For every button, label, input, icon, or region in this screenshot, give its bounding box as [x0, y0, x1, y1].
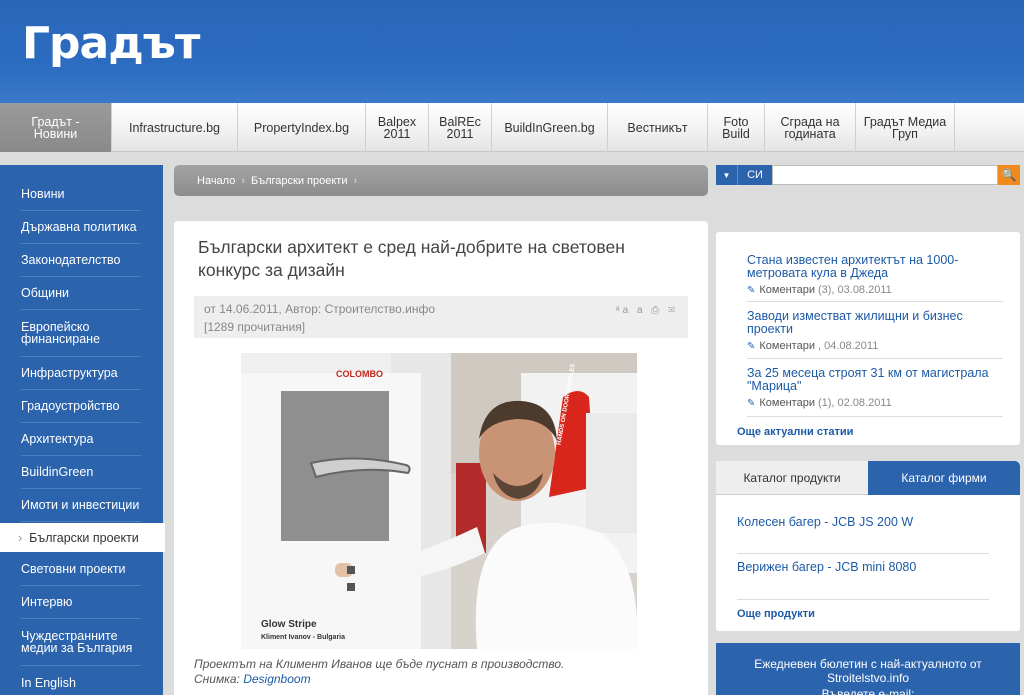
photo-text-product: Glow Stripe	[261, 619, 317, 630]
sidebar-item-foreign-media[interactable]: Чуждестранните медии за България	[21, 619, 141, 666]
topnav-item-balpex[interactable]: Balpex 2011	[366, 103, 429, 152]
topnav-item-media-group[interactable]: Градът Медиа Груп	[856, 103, 955, 152]
comments-label[interactable]: Коментари	[759, 340, 815, 352]
article-tools-icons[interactable]: ᵃa a ⎙ ✉	[616, 302, 678, 320]
sidebar-item-municipalities[interactable]: Общини	[21, 277, 141, 310]
news-item[interactable]: Заводи изместват жилищни и бизнес проект…	[747, 310, 1003, 359]
article-photo-illustration: COLOMBO Glow Stripe Kliment Ivanov - Bul…	[241, 353, 637, 649]
caption-text: Проектът на Климент Иванов ще бъде пусна…	[194, 657, 565, 671]
sidebar-item-bulgarian-projects[interactable]: › Български проекти	[0, 523, 165, 552]
newsletter-box: Ежедневен бюлетин с най-актуалното от St…	[716, 643, 1020, 695]
article-views: [1289 прочитания]	[204, 320, 306, 334]
more-products-link[interactable]: Още продукти	[737, 608, 815, 620]
sidebar-item-architecture[interactable]: Архитектура	[21, 423, 141, 456]
article-meta: от 14.06.2011, Автор: Строителство.инфо …	[194, 296, 688, 338]
sidebar-menu: Новини Държавна политика Законодателство…	[0, 165, 165, 695]
breadcrumb-current[interactable]: Български проекти	[251, 175, 347, 187]
news-item-meta: ✎ Коментари (3), 03.08.2011	[747, 284, 1003, 296]
site-header: Градът	[0, 0, 1024, 103]
sidebar-item-infrastructure[interactable]: Инфраструктура	[21, 357, 141, 390]
article-title: Български архитект е сред най-добрите на…	[198, 237, 625, 280]
article-photo: COLOMBO Glow Stripe Kliment Ivanov - Bul…	[241, 353, 637, 649]
news-item-title[interactable]: Стана известен архитектът на 1000-метров…	[747, 254, 1003, 280]
news-item-meta: ✎ Коментари, 04.08.2011	[747, 340, 1003, 352]
photo-text-brand: COLOMBO	[336, 369, 383, 379]
top-navigation: Градът - Новини Infrastructure.bg Proper…	[0, 103, 1024, 152]
credit-link[interactable]: Designboom	[243, 672, 310, 686]
site-logo[interactable]: Градът	[22, 18, 200, 70]
catalog-item[interactable]: Колесен багер - JCB JS 200 W	[737, 515, 989, 554]
sidebar-item-state-policy[interactable]: Държавна политика	[21, 211, 141, 244]
news-item-date: (3), 03.08.2011	[817, 284, 892, 296]
breadcrumb-separator: ›	[241, 174, 245, 187]
caption-credit: Снимка: Designboom	[194, 672, 564, 687]
photo-caption: Проектът на Климент Иванов ще бъде пусна…	[194, 657, 564, 687]
breadcrumb: Начало › Български проекти ›	[174, 165, 708, 196]
search-icon[interactable]: 🔍	[998, 165, 1020, 185]
sidebar-item-interview[interactable]: Интервю	[21, 586, 141, 619]
topnav-item-foto-build[interactable]: Foto Build	[708, 103, 765, 152]
newsletter-site: Stroitelstvo.info	[826, 671, 910, 685]
sidebar-item-label: Български проекти	[29, 530, 139, 545]
sidebar-item-news[interactable]: Новини	[21, 178, 141, 211]
topnav-item-propertyindex[interactable]: PropertyIndex.bg	[238, 103, 366, 152]
search-input[interactable]	[772, 165, 998, 185]
sidebar-item-world-projects[interactable]: Световни проекти	[21, 553, 141, 586]
topnav-item-building-of-year[interactable]: Сграда на годината	[765, 103, 856, 152]
news-item[interactable]: Стана известен архитектът на 1000-метров…	[747, 254, 1003, 302]
comments-icon: ✎	[747, 397, 756, 409]
newsletter-email-label: Въведете e-mail:	[821, 687, 915, 695]
catalog-tabs: Каталог продукти Каталог фирми	[716, 461, 1020, 495]
news-item-title[interactable]: Заводи изместват жилищни и бизнес проект…	[747, 310, 1003, 336]
topnav-item-buildingreen[interactable]: BuildInGreen.bg	[492, 103, 608, 152]
news-panel: Стана известен архитектът на 1000-метров…	[716, 232, 1020, 445]
tab-catalog-companies[interactable]: Каталог фирми	[868, 461, 1020, 495]
sidebar-item-legislation[interactable]: Законодателство	[21, 244, 141, 277]
catalog-panel: Каталог продукти Каталог фирми Колесен б…	[716, 461, 1020, 631]
article-panel: Български архитект е сред най-добрите на…	[174, 221, 708, 695]
news-item-meta: ✎ Коментари (1), 02.08.2011	[747, 397, 1003, 409]
topnav-item-infrastructure[interactable]: Infrastructure.bg	[112, 103, 238, 152]
sidebar-item-property-investment[interactable]: Имоти и инвестиции	[21, 489, 141, 522]
news-item-title[interactable]: За 25 месеца строят 31 км от магистрала …	[747, 367, 1003, 393]
chevron-right-icon: ›	[18, 530, 23, 545]
search-dropdown-toggle[interactable]: ▼	[716, 165, 737, 185]
comments-label[interactable]: Коментари	[759, 397, 815, 409]
news-item-date: , 04.08.2011	[817, 340, 879, 352]
more-articles-link[interactable]: Още актуални статии	[737, 426, 853, 438]
comments-label[interactable]: Коментари	[759, 284, 815, 296]
topnav-item-balrec[interactable]: BalREc 2011	[429, 103, 492, 152]
article-date-author: от 14.06.2011, Автор: Строителство.инфо	[204, 302, 436, 316]
sidebar-item-buildingreen[interactable]: BuildinGreen	[21, 456, 141, 489]
comments-icon: ✎	[747, 340, 756, 352]
search-bar: ▼ СИ 🔍	[716, 165, 1020, 185]
sidebar-item-eu-funding[interactable]: Европейско финансиране	[21, 310, 141, 357]
topnav-item-newspaper[interactable]: Вестникът	[608, 103, 708, 152]
language-selector[interactable]: СИ	[737, 165, 772, 185]
tab-catalog-products[interactable]: Каталог продукти	[716, 461, 868, 495]
breadcrumb-separator: ›	[353, 174, 358, 187]
credit-label: Снимка:	[194, 672, 244, 686]
breadcrumb-home[interactable]: Начало	[197, 175, 235, 187]
topnav-item-gradat-news[interactable]: Градът - Новини	[0, 103, 112, 152]
newsletter-title: Ежедневен бюлетин с най-актуалното от	[754, 657, 982, 671]
news-item-date: (1), 02.08.2011	[817, 397, 892, 409]
news-item[interactable]: За 25 месеца строят 31 км от магистрала …	[747, 367, 1003, 417]
sidebar-item-in-english[interactable]: In English	[21, 666, 141, 695]
catalog-item[interactable]: Верижен багер - JCB mini 8080	[737, 560, 989, 600]
photo-text-author: Kliment Ivanov - Bulgaria	[261, 634, 345, 641]
sidebar-item-urban-planning[interactable]: Градоустройство	[21, 390, 141, 423]
comments-icon: ✎	[747, 284, 756, 296]
